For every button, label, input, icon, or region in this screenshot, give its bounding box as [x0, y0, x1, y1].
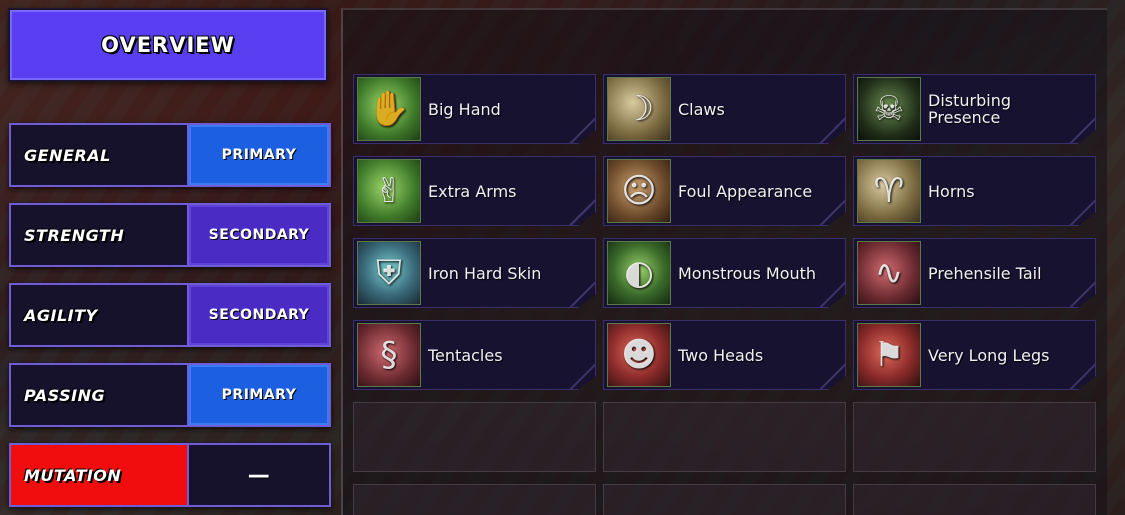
skill-name: Very Long Legs [928, 345, 1050, 365]
category-access-text: SECONDARY [208, 227, 310, 243]
empty-skill-slot [353, 484, 596, 515]
skill-name: Iron Hard Skin [428, 263, 542, 283]
skill-card-extra-arms[interactable]: ✌ Extra Arms [353, 156, 596, 226]
two-heads-icon: ☻ [607, 323, 671, 387]
category-label-box: PASSING [11, 365, 189, 425]
skill-card-foul-appearance[interactable]: ☹ Foul Appearance [603, 156, 846, 226]
category-row-strength[interactable]: STRENGTH SECONDARY [9, 203, 331, 267]
skill-name: Foul Appearance [678, 181, 813, 201]
skill-name: Claws [678, 99, 725, 119]
skill-card-prehensile-tail[interactable]: ∿ Prehensile Tail [853, 238, 1096, 308]
hand-icon: ✋ [357, 77, 421, 141]
skill-card-very-long-legs[interactable]: ⚑ Very Long Legs [853, 320, 1096, 390]
skill-card-two-heads[interactable]: ☻ Two Heads [603, 320, 846, 390]
category-label-box-selected: MUTATION [11, 445, 189, 505]
overview-label: OVERVIEW [101, 33, 235, 57]
category-label-box: GENERAL [11, 125, 189, 185]
category-label: PASSING [24, 385, 106, 405]
skill-card-claws[interactable]: ☽ Claws [603, 74, 846, 144]
skill-name: Prehensile Tail [928, 263, 1042, 283]
skill-name: Monstrous Mouth [678, 263, 817, 283]
legs-icon: ⚑ [857, 323, 921, 387]
skill-grid: ✋ Big Hand ☽ Claws ☠ Disturbing Presence… [341, 8, 1107, 515]
category-panel: OVERVIEW GENERAL PRIMARY STRENGTH SECOND… [0, 0, 342, 515]
skill-name: Big Hand [428, 99, 501, 119]
category-access-text: PRIMARY [221, 387, 297, 403]
mouth-icon: ◐ [607, 241, 671, 305]
skill-name: Two Heads [678, 345, 764, 365]
overview-button[interactable]: OVERVIEW [8, 8, 328, 82]
category-access-badge: SECONDARY [189, 205, 329, 265]
category-access-badge: SECONDARY [189, 285, 329, 345]
category-label-box: STRENGTH [11, 205, 189, 265]
skill-name: Disturbing Presence [928, 91, 1011, 127]
category-label: STRENGTH [24, 225, 125, 245]
skill-card-iron-hard-skin[interactable]: ⛨ Iron Hard Skin [353, 238, 596, 308]
skill-card-big-hand[interactable]: ✋ Big Hand [353, 74, 596, 144]
skill-card-disturbing-presence[interactable]: ☠ Disturbing Presence [853, 74, 1096, 144]
empty-skill-slot [853, 484, 1096, 515]
skill-name: Extra Arms [428, 181, 517, 201]
arms-icon: ✌ [357, 159, 421, 223]
skill-name: Tentacles [428, 345, 503, 365]
category-label: GENERAL [24, 145, 111, 165]
skill-name: Horns [928, 181, 975, 201]
category-access-badge: PRIMARY [189, 125, 329, 185]
category-access-badge: PRIMARY [189, 365, 329, 425]
ugly-face-icon: ☹ [607, 159, 671, 223]
armor-icon: ⛨ [357, 241, 421, 305]
skill-screen: OVERVIEW GENERAL PRIMARY STRENGTH SECOND… [0, 0, 1125, 515]
horn-icon: ♈ [857, 159, 921, 223]
empty-skill-slot [603, 402, 846, 472]
category-label-box: AGILITY [11, 285, 189, 345]
category-access-badge: — [189, 445, 329, 505]
category-row-passing[interactable]: PASSING PRIMARY [9, 363, 331, 427]
no-access-dash: — [247, 462, 271, 488]
category-access-text: PRIMARY [221, 147, 297, 163]
claw-icon: ☽ [607, 77, 671, 141]
empty-skill-slot [603, 484, 846, 515]
skill-card-horns[interactable]: ♈ Horns [853, 156, 1096, 226]
category-label: MUTATION [24, 465, 122, 485]
ghost-face-icon: ☠ [857, 77, 921, 141]
category-row-mutation[interactable]: MUTATION — [9, 443, 331, 507]
skill-card-monstrous-mouth[interactable]: ◐ Monstrous Mouth [603, 238, 846, 308]
category-row-general[interactable]: GENERAL PRIMARY [9, 123, 331, 187]
skill-card-tentacles[interactable]: § Tentacles [353, 320, 596, 390]
category-row-agility[interactable]: AGILITY SECONDARY [9, 283, 331, 347]
empty-skill-slot [353, 402, 596, 472]
category-label: AGILITY [24, 305, 98, 325]
category-access-text: SECONDARY [208, 307, 310, 323]
tentacle-icon: § [357, 323, 421, 387]
empty-skill-slot [853, 402, 1096, 472]
tail-icon: ∿ [857, 241, 921, 305]
